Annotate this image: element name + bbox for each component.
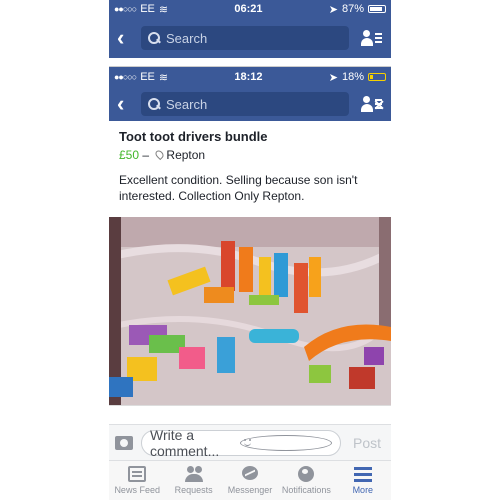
news-feed-icon <box>128 466 147 482</box>
wifi-icon: ≋ <box>158 3 169 16</box>
inner-search-icon <box>148 98 160 110</box>
hamburger-icon <box>353 466 372 482</box>
battery-percent: 87% <box>341 3 364 15</box>
price-location-row: £50 – Repton <box>119 148 381 162</box>
inner-nav-bar: ‹ Search ✕ <box>109 87 391 121</box>
tab-label-more: More <box>352 485 374 495</box>
tab-messenger[interactable]: Messenger <box>222 461 278 500</box>
location-pin-icon <box>154 148 166 161</box>
close-icon[interactable]: ✕ <box>373 97 385 114</box>
tab-more[interactable]: More <box>335 461 391 500</box>
inner-search-placeholder: Search <box>166 96 208 112</box>
listing-price: £50 <box>119 148 140 162</box>
inner-wifi-icon: ≋ <box>158 71 169 84</box>
inner-battery-percent: 18% <box>341 71 364 83</box>
camera-icon[interactable] <box>115 435 133 450</box>
tab-label-requests: Requests <box>174 485 213 495</box>
inner-status-time: 18:12 <box>234 71 263 83</box>
location-arrow-icon: ➤ <box>328 3 338 16</box>
listing-location: Repton <box>166 148 206 162</box>
inner-status-bar: ●●○○○ EE ≋ 18:12 ➤ 18% <box>109 67 391 87</box>
inner-battery-icon <box>367 73 386 81</box>
tab-news-feed[interactable]: News Feed <box>109 461 165 500</box>
post-content: ●●○○○ EE ≋ 18:12 ➤ 18% ‹ Search ✕ Toot t… <box>109 58 391 425</box>
tab-label-notifications: Notifications <box>281 485 331 495</box>
top-nav-bar: ‹ Search <box>109 18 391 58</box>
listing-details: Toot toot drivers bundle £50 – Repton Ex… <box>109 121 391 204</box>
shared-screenshot: ●●○○○ EE ≋ 18:12 ➤ 18% ‹ Search ✕ Toot t… <box>109 66 391 425</box>
post-button[interactable]: Post <box>349 435 385 451</box>
status-time: 06:21 <box>234 3 263 15</box>
inner-search-box: Search <box>141 92 349 116</box>
bottom-tab-bar: News Feed Requests Messenger Notificatio… <box>109 460 391 500</box>
tab-notifications[interactable]: Notifications <box>278 461 334 500</box>
inner-signal-strength: ●●○○○ <box>114 72 137 82</box>
search-input[interactable]: Search <box>141 26 349 50</box>
listing-photo[interactable] <box>109 217 391 405</box>
tab-label-news-feed: News Feed <box>114 485 160 495</box>
photo-thumbnail-strip <box>109 405 391 425</box>
emoji-icon[interactable] <box>240 434 332 451</box>
phone-screen: ●●○○○ EE ≋ 06:21 ➤ 87% ‹ Search ●●○○○ EE <box>109 0 391 500</box>
signal-strength: ●●○○○ <box>114 4 137 14</box>
carrier-name: EE <box>140 3 155 15</box>
status-bar: ●●○○○ EE ≋ 06:21 ➤ 87% <box>109 0 391 18</box>
inner-location-arrow-icon: ➤ <box>328 71 338 84</box>
separator: – <box>142 148 150 162</box>
friend-requests-icon <box>184 466 203 482</box>
back-arrow-icon[interactable]: ‹ <box>117 25 129 51</box>
globe-icon <box>298 466 315 482</box>
listing-title: Toot toot drivers bundle <box>119 129 268 144</box>
inner-back-arrow-icon: ‹ <box>117 91 125 116</box>
search-placeholder: Search <box>166 30 208 46</box>
toys-on-bed-image <box>109 217 391 405</box>
battery-icon <box>367 5 386 13</box>
comment-placeholder: Write a comment... <box>150 426 220 459</box>
search-icon <box>148 32 160 44</box>
tab-label-messenger: Messenger <box>227 485 273 495</box>
friends-list-icon[interactable] <box>361 29 383 47</box>
inner-carrier-name: EE <box>140 71 155 83</box>
listing-description: Excellent condition. Selling because son… <box>119 173 358 203</box>
comment-input[interactable]: Write a comment... <box>141 426 341 459</box>
tab-requests[interactable]: Requests <box>165 461 221 500</box>
comment-composer: Write a comment... Post <box>109 424 391 460</box>
messenger-icon <box>241 466 259 482</box>
